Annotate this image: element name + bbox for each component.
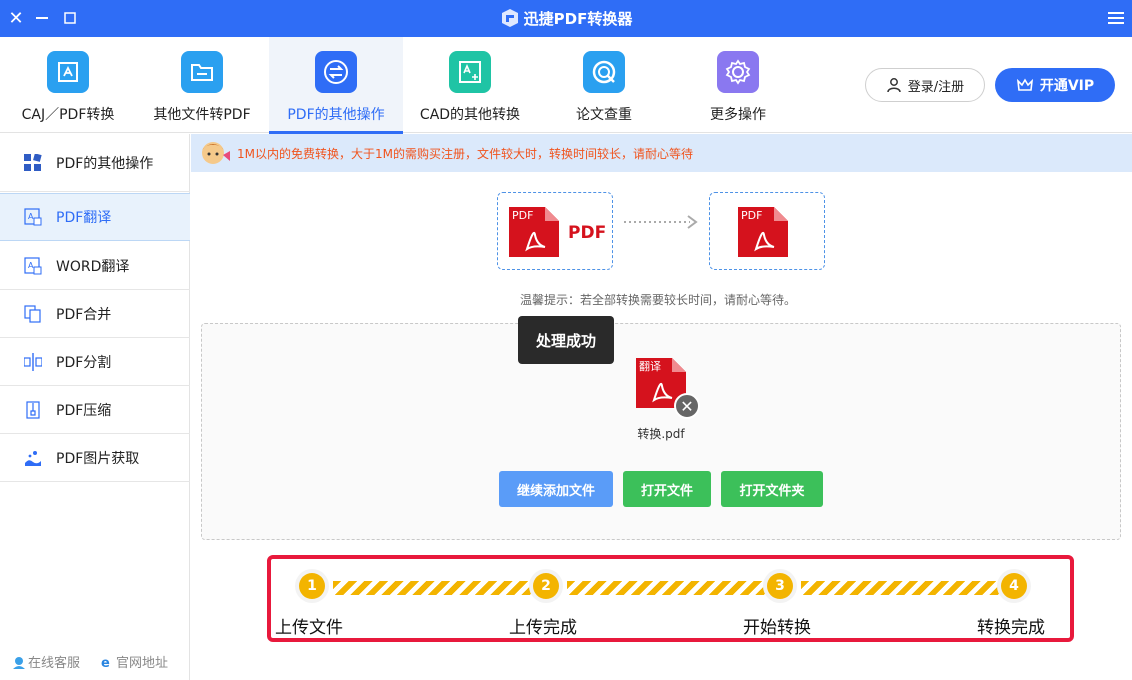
headset-icon xyxy=(13,656,25,669)
tool-label: CAJ／PDF转换 xyxy=(21,107,115,123)
step-number: 2 xyxy=(529,569,563,603)
arrow-right-icon xyxy=(624,215,698,229)
menu-icon[interactable] xyxy=(1104,6,1128,30)
step-connector xyxy=(567,581,769,595)
tool-label: CAD的其他转换 xyxy=(419,107,521,123)
pdf-file-icon: PDF xyxy=(509,207,559,257)
progress-steps: 1 2 3 4 上传文件 上传完成 开始转换 转换完成 xyxy=(267,555,1074,642)
tool-cad[interactable]: CAD的其他转换 xyxy=(403,37,537,133)
remove-file-icon[interactable]: ✕ xyxy=(674,393,700,419)
online-service-label: 在线客服 xyxy=(28,656,81,671)
sidebar-item-word-translate[interactable]: A WORD翻译 xyxy=(0,242,190,290)
login-button[interactable]: 登录/注册 xyxy=(865,68,985,102)
caj-pdf-icon xyxy=(47,51,89,93)
folder-icon xyxy=(181,51,223,93)
search-circle-icon xyxy=(583,51,625,93)
sidebar-item-label: PDF分割 xyxy=(56,354,112,371)
sidebar-item-label: PDF压缩 xyxy=(56,402,112,419)
target-file-box: PDF xyxy=(709,192,825,270)
translate-icon: A xyxy=(24,208,42,226)
step-number-text: 1 xyxy=(299,573,325,599)
step-number: 4 xyxy=(997,569,1031,603)
sidebar-footer: 在线客服 e 官网地址 xyxy=(12,652,168,671)
hint-text: 温馨提示：若全部转换需要较长时间，请耐心等待。 xyxy=(519,293,796,307)
step-label: 转换完成 xyxy=(977,618,1045,638)
tool-caj-pdf[interactable]: CAJ／PDF转换 xyxy=(1,37,135,133)
step-label: 开始转换 xyxy=(743,618,811,638)
main-toolbar: CAJ／PDF转换 其他文件转PDF PDF的其他操作 CAD的其他转换 论文查… xyxy=(0,37,1132,134)
open-folder-button[interactable]: 打开文件夹 xyxy=(721,471,823,507)
window-title: 迅捷PDF转换器 xyxy=(0,8,1132,29)
svg-text:e: e xyxy=(101,656,110,669)
pdf-file-icon: PDF xyxy=(738,207,788,257)
source-file-box: PDF PDF xyxy=(497,192,613,270)
file-badge-text: 翻译 xyxy=(639,359,661,373)
notice-bar: 1M以内的免费转换，大于1M的需购买注册，文件较大时，转换时间较长，请耐心等待 xyxy=(191,134,1132,172)
tool-label: 更多操作 xyxy=(710,107,766,123)
step-number-text: 4 xyxy=(1001,573,1027,599)
file-name: 转换.pdf xyxy=(637,427,685,441)
cad-icon xyxy=(449,51,491,93)
vip-label: 开通VIP xyxy=(1039,78,1095,94)
sidebar-item-label: WORD翻译 xyxy=(56,258,130,275)
user-icon xyxy=(887,78,901,93)
website-link[interactable]: e 官网地址 xyxy=(100,652,169,672)
crown-icon xyxy=(1016,78,1033,91)
grid-icon xyxy=(24,153,42,172)
add-files-button[interactable]: 继续添加文件 xyxy=(499,471,613,507)
sidebar: PDF的其他操作 A PDF翻译 A WORD翻译 PDF合并 PDF分割 PD… xyxy=(0,134,190,680)
tool-more[interactable]: 更多操作 xyxy=(671,37,805,133)
source-format-label: PDF xyxy=(568,223,607,243)
step-number-text: 2 xyxy=(533,573,559,599)
website-label: 官网地址 xyxy=(116,656,169,671)
tool-other-to-pdf[interactable]: 其他文件转PDF xyxy=(135,37,269,133)
sidebar-item-label: PDF的其他操作 xyxy=(56,155,154,172)
svg-text:A: A xyxy=(28,261,34,270)
notice-text: 1M以内的免费转换，大于1M的需购买注册，文件较大时，转换时间较长，请耐心等待 xyxy=(237,146,693,161)
step-label: 上传完成 xyxy=(509,618,577,638)
tool-plagiarism[interactable]: 论文查重 xyxy=(537,37,671,133)
swap-icon xyxy=(315,51,357,93)
tool-pdf-other[interactable]: PDF的其他操作 xyxy=(269,37,403,134)
image-extract-icon xyxy=(24,449,42,467)
mascot-icon xyxy=(202,142,230,164)
step-number: 1 xyxy=(295,569,329,603)
sidebar-item-label: PDF图片获取 xyxy=(56,450,140,467)
step-number: 3 xyxy=(763,569,797,603)
app-logo-icon xyxy=(501,9,518,27)
login-label: 登录/注册 xyxy=(907,79,965,95)
translate-icon: A xyxy=(24,256,42,275)
sidebar-item-pdf-compress[interactable]: PDF压缩 xyxy=(0,386,190,434)
online-service-link[interactable]: 在线客服 xyxy=(12,652,80,671)
sidebar-item-pdf-translate[interactable]: A PDF翻译 xyxy=(0,193,190,241)
window-title-text: 迅捷PDF转换器 xyxy=(523,10,633,28)
compress-icon xyxy=(24,400,42,419)
sidebar-item-pdf-split[interactable]: PDF分割 xyxy=(0,338,190,386)
gear-icon xyxy=(717,51,759,93)
tool-label: PDF的其他操作 xyxy=(287,107,385,123)
title-bar: ✕ 迅捷PDF转换器 xyxy=(0,0,1132,37)
vip-button[interactable]: 开通VIP xyxy=(995,68,1115,102)
svg-text:A: A xyxy=(28,212,34,221)
sidebar-item-pdf-image[interactable]: PDF图片获取 xyxy=(0,434,190,482)
open-file-button[interactable]: 打开文件 xyxy=(623,471,711,507)
success-tooltip: 处理成功 xyxy=(518,316,614,364)
ie-icon: e xyxy=(101,656,110,669)
step-connector xyxy=(333,581,535,595)
step-number-text: 3 xyxy=(767,573,793,599)
sidebar-item-pdf-other[interactable]: PDF的其他操作 xyxy=(0,134,190,192)
tool-label: 其他文件转PDF xyxy=(153,107,251,123)
sidebar-item-label: PDF翻译 xyxy=(56,210,112,226)
pdf-badge-text: PDF xyxy=(512,209,533,222)
split-icon xyxy=(24,352,42,371)
pdf-badge-text: PDF xyxy=(741,209,762,222)
step-label: 上传文件 xyxy=(275,618,343,638)
step-connector xyxy=(801,581,1003,595)
tool-label: 论文查重 xyxy=(576,107,632,123)
